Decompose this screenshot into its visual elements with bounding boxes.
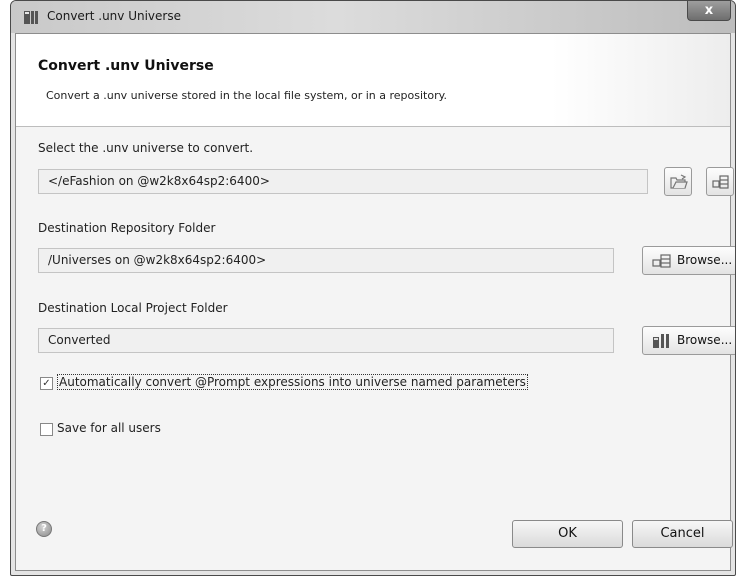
convert-prompt-label-text: Automatically convert @Prompt expression… bbox=[57, 374, 528, 390]
dialog-description: Convert a .unv universe stored in the lo… bbox=[46, 89, 448, 102]
destination-repository-label: Destination Repository Folder bbox=[38, 221, 216, 235]
title-bar[interactable]: Convert .unv Universe x bbox=[11, 1, 735, 33]
dialog-title: Convert .unv Universe bbox=[38, 58, 214, 74]
save-all-users-label[interactable]: Save for all users bbox=[57, 421, 161, 435]
convert-prompt-label[interactable]: Automatically convert @Prompt expression… bbox=[57, 374, 528, 390]
open-local-file-button[interactable] bbox=[664, 167, 692, 196]
browse-repository-label: Browse... bbox=[677, 253, 733, 267]
dialog-content: Select the .unv universe to convert. </e… bbox=[16, 127, 735, 570]
browse-local-label: Browse... bbox=[677, 333, 733, 347]
sap-designer-icon bbox=[23, 9, 39, 25]
close-icon: x bbox=[704, 3, 714, 18]
project-folder-icon bbox=[652, 333, 672, 352]
convert-dialog-window: Convert .unv Universe x Convert .unv Uni… bbox=[10, 0, 736, 576]
source-universe-field[interactable]: </eFashion on @w2k8x64sp2:6400> bbox=[38, 169, 648, 194]
source-label: Select the .unv universe to convert. bbox=[38, 141, 254, 155]
browse-repository-button[interactable]: Browse... bbox=[642, 246, 735, 275]
convert-prompt-checkbox[interactable]: ✓ bbox=[40, 377, 53, 390]
checkmark-icon: ✓ bbox=[42, 378, 51, 389]
save-all-users-checkbox[interactable] bbox=[40, 423, 53, 436]
dialog-header: Convert .unv Universe Convert a .unv uni… bbox=[16, 34, 730, 127]
dialog-frame: Convert .unv Universe Convert a .unv uni… bbox=[15, 33, 735, 571]
open-repository-button[interactable] bbox=[706, 167, 734, 196]
destination-repository-field[interactable]: /Universes on @w2k8x64sp2:6400> bbox=[38, 248, 614, 273]
cancel-button[interactable]: Cancel bbox=[632, 520, 733, 548]
destination-local-field[interactable]: Converted bbox=[38, 328, 614, 353]
browse-local-button[interactable]: Browse... bbox=[642, 326, 735, 355]
ok-button[interactable]: OK bbox=[512, 520, 623, 548]
close-button[interactable]: x bbox=[687, 1, 731, 21]
help-icon[interactable]: ? bbox=[36, 521, 52, 537]
window-title: Convert .unv Universe bbox=[47, 9, 181, 23]
repository-icon bbox=[652, 253, 672, 272]
destination-local-label: Destination Local Project Folder bbox=[38, 301, 228, 315]
